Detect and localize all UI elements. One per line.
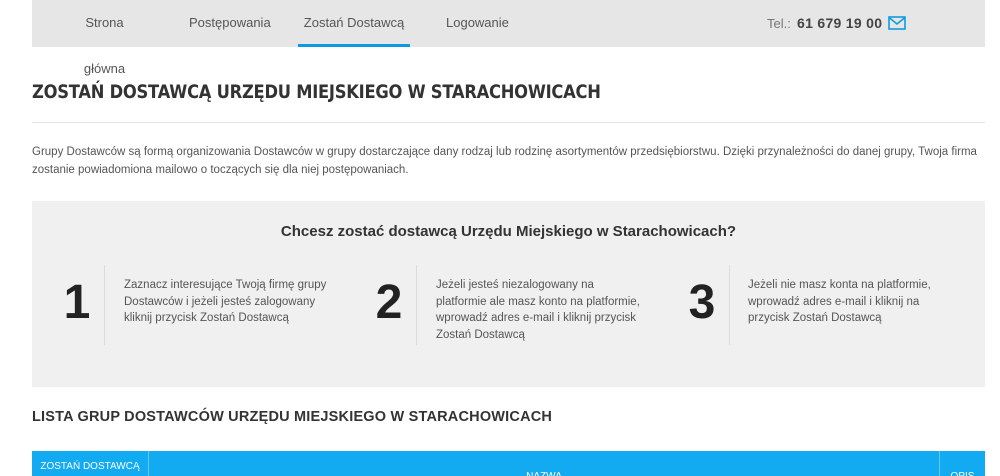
nav-item-proceedings[interactable]: Postępowania bbox=[189, 0, 271, 44]
step-text-2: Jeżeli jesteś niezalogowany na platformi… bbox=[436, 279, 640, 341]
mail-icon[interactable] bbox=[888, 16, 906, 30]
column-header-description[interactable]: OPIS bbox=[940, 451, 985, 476]
step-text-1: Zaznacz interesujące Twoją firmę grupy D… bbox=[124, 279, 327, 324]
intro-text: Grupy Dostawców są formą organizowania D… bbox=[32, 146, 977, 176]
nav-item-login[interactable]: Logowanie bbox=[446, 0, 509, 44]
step-divider bbox=[104, 265, 105, 345]
step-divider bbox=[729, 265, 730, 345]
step-number-3: 3 bbox=[688, 276, 716, 329]
column-header-name[interactable]: NAZWA bbox=[149, 451, 940, 476]
top-navigation: Strona główna Postępowania Zostań Dostaw… bbox=[32, 0, 985, 76]
phone-label: Tel.: bbox=[767, 16, 791, 31]
nav-item-home[interactable]: Strona główna bbox=[68, 0, 141, 76]
page-title: ZOSTAŃ DOSTAWCĄ URZĘDU MIEJSKIEGO W STAR… bbox=[32, 81, 601, 103]
column-header-join[interactable]: ZOSTAŃ DOSTAWCĄ bbox=[32, 451, 149, 476]
step-text-3: Jeżeli nie masz konta na platformie, wpr… bbox=[748, 279, 931, 324]
title-divider bbox=[32, 122, 985, 123]
phone-number: 61 679 19 00 bbox=[797, 15, 883, 31]
step-number-1: 1 bbox=[63, 276, 91, 329]
supplier-groups-list-title: LISTA GRUP DOSTAWCÓW URZĘDU MIEJSKIEGO W… bbox=[32, 409, 553, 425]
steps-panel: Chcesz zostać dostawcą Urzędu Miejskiego… bbox=[32, 201, 985, 387]
step-divider bbox=[416, 265, 417, 345]
steps-panel-title: Chcesz zostać dostawcą Urzędu Miejskiego… bbox=[280, 223, 737, 240]
step-number-2: 2 bbox=[375, 276, 403, 329]
nav-item-become-supplier[interactable]: Zostań Dostawcą bbox=[298, 0, 410, 47]
supplier-groups-table-header: ZOSTAŃ DOSTAWCĄ NAZWA OPIS bbox=[32, 451, 985, 476]
